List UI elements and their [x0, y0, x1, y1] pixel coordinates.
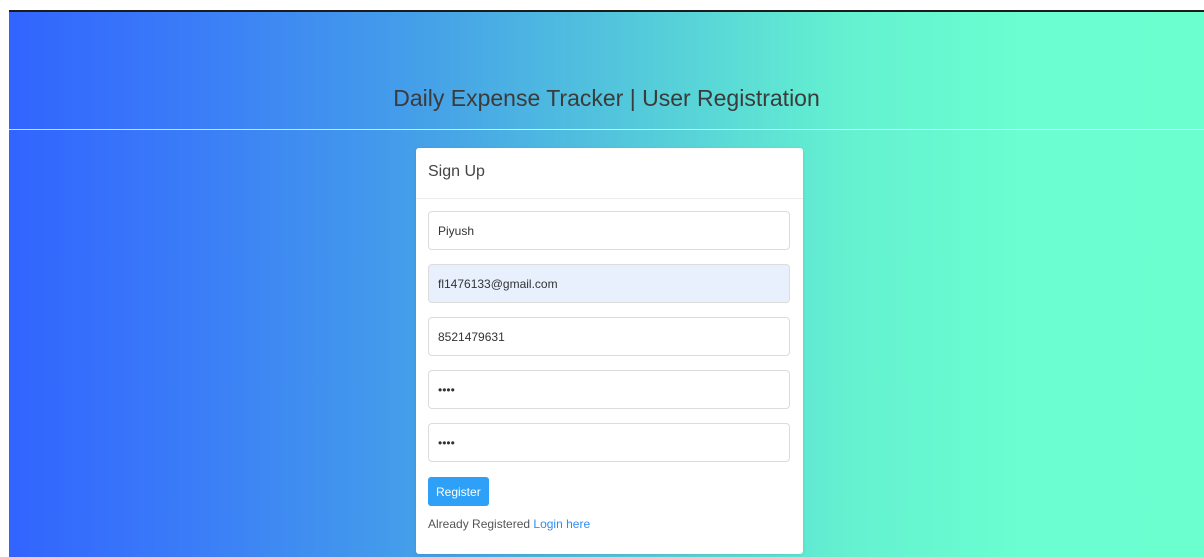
name-field[interactable] — [428, 211, 790, 250]
page-title: Daily Expense Tracker | User Registratio… — [393, 85, 820, 111]
phone-field[interactable] — [428, 317, 790, 356]
confirm-password-field[interactable] — [428, 423, 790, 462]
login-prompt: Already Registered Login here — [428, 517, 590, 531]
register-button[interactable]: Register — [428, 477, 489, 506]
page-background: Daily Expense Tracker | User Registratio… — [9, 10, 1204, 557]
page-header: Daily Expense Tracker | User Registratio… — [9, 12, 1204, 130]
login-link[interactable]: Login here — [533, 517, 590, 531]
signup-card: Sign Up Register Already Registered Logi… — [416, 148, 803, 554]
password-field[interactable] — [428, 370, 790, 409]
email-field[interactable] — [428, 264, 790, 303]
already-registered-text: Already Registered — [428, 517, 531, 531]
card-title: Sign Up — [416, 148, 803, 199]
